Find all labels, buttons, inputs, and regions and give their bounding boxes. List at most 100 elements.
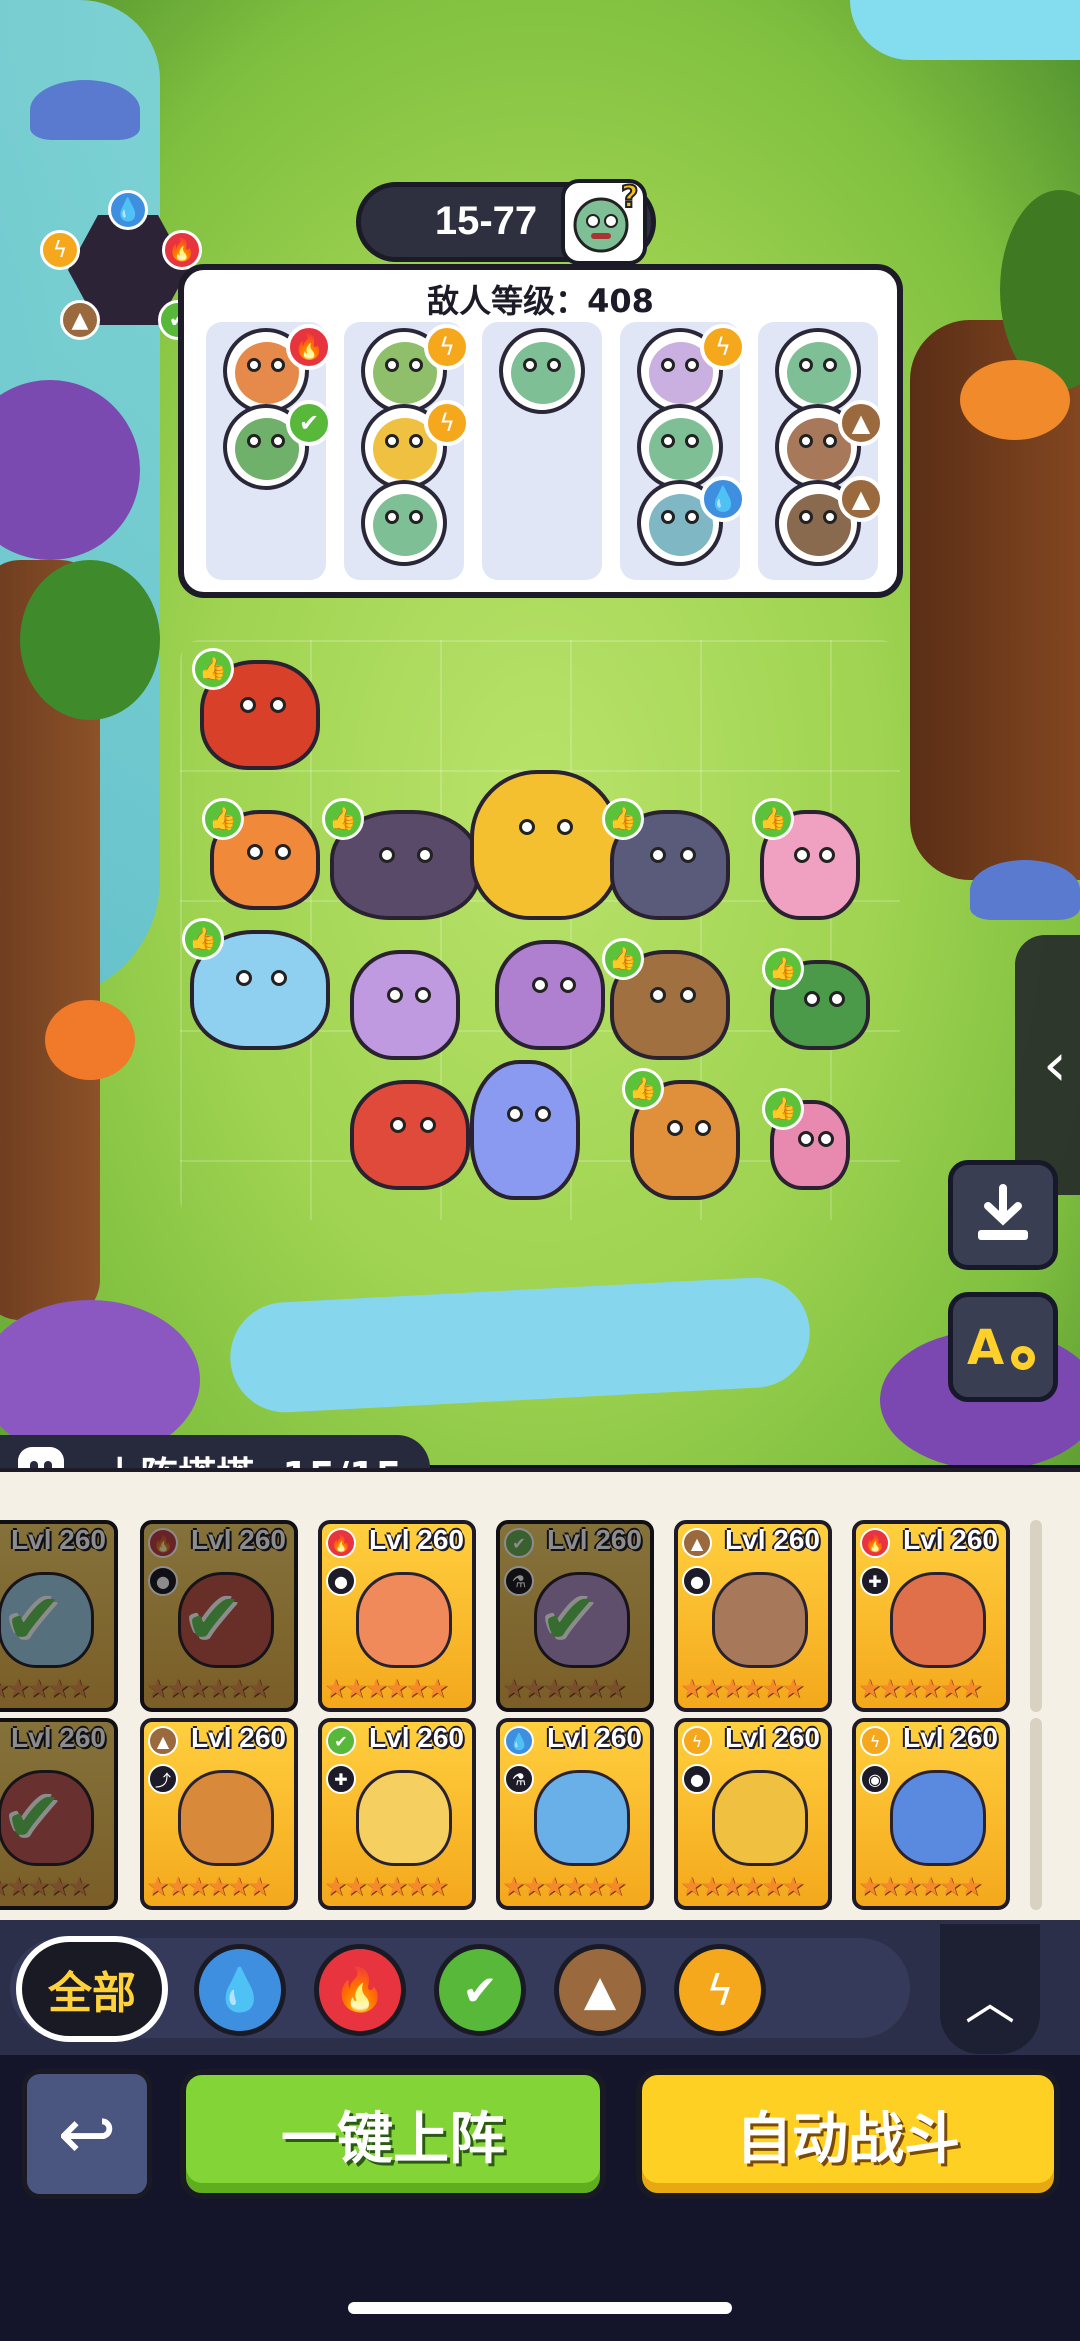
hero-card[interactable]: Lvl 260 ϟ ◉ ★★★★★★: [852, 1718, 1010, 1910]
enemy-body: [649, 418, 713, 480]
unit-eye: [798, 1131, 814, 1147]
lightning-icon: ϟ: [700, 324, 746, 370]
hero-card[interactable]: Lvl 260🔥⚔★★★★★★✔: [0, 1718, 118, 1910]
enemy-eye: [247, 434, 261, 448]
filter-water-button[interactable]: 💧: [194, 1944, 286, 2036]
eye-role-icon: ◉: [860, 1764, 890, 1794]
enemy-eye: [661, 434, 675, 448]
enemy-eye: [823, 358, 837, 372]
enemy-lane: ▲ ▲: [758, 322, 884, 580]
hero-card[interactable]: Lvl 260 ✔ ⚗ ★★★★★★ ✔: [496, 1520, 654, 1712]
unit-purple-cat[interactable]: [350, 950, 460, 1060]
unit-lightning-lion[interactable]: [470, 770, 620, 920]
star-rating: ★★★★★★: [502, 1674, 627, 1704]
side-panel-tab[interactable]: ‹: [1015, 935, 1080, 1195]
action-bar: ↩ 一键上阵 自动战斗: [0, 2055, 1080, 2341]
thumbs-up-icon: 👍: [202, 798, 244, 840]
leaf-bush-left: [20, 560, 160, 720]
auto-battle-button[interactable]: 自动战斗: [636, 2069, 1060, 2199]
enemy-portrait[interactable]: [775, 328, 861, 414]
flame-icon: 🔥: [333, 1965, 387, 2014]
hero-level: Lvl 260: [11, 1524, 106, 1555]
chevron-up-icon: ︿: [965, 1973, 1015, 2031]
filter-fire-button[interactable]: 🔥: [314, 1944, 406, 2036]
unit-eye: [271, 970, 287, 986]
water-drop-icon: 💧: [213, 1965, 267, 2014]
enemy-eye: [823, 510, 837, 524]
hero-card[interactable]: Lvl 260 🔥 ● ★★★★★★ ✔: [140, 1520, 298, 1712]
unit-mushroom-girl[interactable]: [495, 940, 605, 1050]
enemy-eye: [661, 358, 675, 372]
back-button[interactable]: ↩: [22, 2069, 152, 2199]
hero-portrait: [534, 1770, 630, 1866]
hero-card[interactable]: Lvl 260 💧 ⚗ ★★★★★★: [496, 1718, 654, 1910]
hero-card[interactable]: Lvl 260 🔥 ✚ ★★★★★★: [852, 1520, 1010, 1712]
one-key-deploy-button[interactable]: 一键上阵: [180, 2069, 606, 2199]
unit-eye: [829, 991, 845, 1007]
element-filter-bar: 全部 💧 🔥 ✔ ▲ ϟ: [0, 1920, 1080, 2055]
star-rating: ★★★★★★: [0, 1872, 91, 1902]
mountain-icon: ▲: [682, 1528, 712, 1558]
filter-earth-button[interactable]: ▲: [554, 1944, 646, 2036]
river-bottom: [227, 1274, 813, 1416]
unit-eye: [247, 844, 263, 860]
unit-eye: [559, 977, 576, 993]
hero-portrait: [178, 1770, 274, 1866]
hero-card[interactable]: Lvl 260 ϟ ● ★★★★★★: [674, 1718, 832, 1910]
enemy-lane: ϟ 💧: [620, 322, 746, 580]
mountain-icon: ▲: [838, 476, 884, 522]
enemy-level-label: 敌人等级：408: [427, 282, 654, 320]
thumbs-up-icon: 👍: [182, 918, 224, 960]
enemy-body: [373, 494, 437, 556]
download-icon: [978, 1184, 1028, 1240]
plus-role-icon: ✚: [860, 1566, 890, 1596]
unit-eye: [819, 847, 835, 863]
hero-card[interactable]: Lvl 260 🔥 ● ★★★★★★: [318, 1520, 476, 1712]
mountain-icon: ▲: [583, 1965, 617, 2015]
hero-card[interactable]: Lvl 260💧⚔★★★★★★✔: [0, 1520, 118, 1712]
orange-flower-right: [960, 360, 1070, 440]
filter-lightning-button[interactable]: ϟ: [674, 1944, 766, 2036]
unit-eye: [236, 970, 252, 986]
filter-all-button[interactable]: 全部: [16, 1936, 168, 2042]
enemy-eye: [799, 510, 813, 524]
unit-eye: [534, 1106, 551, 1122]
unit-spirit-fairy[interactable]: [470, 1060, 580, 1200]
mushroom-top-left: [30, 80, 140, 140]
enemy-eye: [247, 358, 261, 372]
download-button[interactable]: [948, 1160, 1058, 1270]
hero-card[interactable]: Lvl 260 ▲ ⤴ ★★★★★★: [140, 1718, 298, 1910]
unit-eye: [794, 847, 810, 863]
enemy-portrait[interactable]: [499, 328, 585, 414]
roster-overflow-card: [1030, 1520, 1042, 1712]
unit-eye: [387, 987, 403, 1003]
hero-roster[interactable]: Lvl 260💧⚔★★★★★★✔Lvl 260🔥●★★★★★★✔Lvl 260🔥…: [0, 1468, 1080, 1920]
lightning-icon: ϟ: [682, 1726, 712, 1756]
enemy-portrait[interactable]: [637, 404, 723, 490]
auto-settings-button[interactable]: A: [948, 1292, 1058, 1402]
expand-roster-button[interactable]: ︿: [940, 1924, 1040, 2054]
unit-fire-lizard[interactable]: [350, 1080, 470, 1190]
star-rating: ★★★★★★: [680, 1674, 805, 1704]
home-indicator: [348, 2302, 732, 2314]
star-rating: ★★★★★★: [146, 1872, 271, 1902]
hero-card[interactable]: Lvl 260 ✔ ✚ ★★★★★★: [318, 1718, 476, 1910]
lightbulb-role-icon: ●: [326, 1566, 356, 1596]
plus-role-icon: ✚: [326, 1764, 356, 1794]
thumbs-up-icon: 👍: [192, 648, 234, 690]
flask-role-icon: ⚗: [504, 1764, 534, 1794]
checkmark-icon: ✔: [4, 1578, 63, 1660]
star-rating: ★★★★★★: [324, 1872, 449, 1902]
leaf-icon: ✔: [462, 1965, 498, 2015]
unit-eye: [274, 844, 291, 860]
water-drop-icon: 💧: [108, 190, 148, 230]
zombie-question-icon[interactable]: ?: [561, 179, 647, 265]
hero-card[interactable]: Lvl 260 ▲ ● ★★★★★★: [674, 1520, 832, 1712]
enemy-portrait[interactable]: [361, 480, 447, 566]
star-rating: ★★★★★★: [858, 1674, 983, 1704]
unit-eye: [532, 977, 548, 993]
hero-level: Lvl 260: [11, 1722, 106, 1753]
stage-indicator: 15-77 ?: [356, 179, 656, 265]
filter-leaf-button[interactable]: ✔: [434, 1944, 526, 2036]
thumbs-up-icon: 👍: [602, 798, 644, 840]
